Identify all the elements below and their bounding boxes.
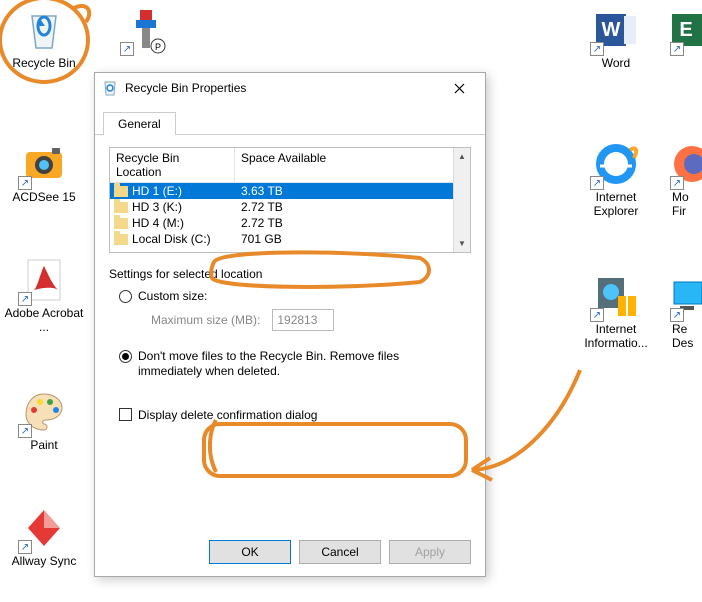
shortcut-arrow-icon: ↗: [590, 176, 604, 190]
shortcut-arrow-icon: ↗: [18, 176, 32, 190]
location-row[interactable]: Local Disk (C:) 701 GB: [110, 231, 453, 247]
shortcut-arrow-icon: ↗: [120, 42, 134, 56]
desktop-icon-internet-explorer[interactable]: ↗ Internet Explorer: [576, 140, 656, 219]
checkbox-display-confirmation[interactable]: [119, 408, 132, 421]
location-row[interactable]: HD 4 (M:) 2.72 TB: [110, 215, 453, 231]
dialog-title: Recycle Bin Properties: [125, 81, 439, 95]
svg-text:W: W: [602, 19, 621, 41]
radio-dont-move-label: Don't move files to the Recycle Bin. Rem…: [138, 349, 438, 380]
radio-dont-move[interactable]: [119, 350, 132, 363]
desktop-icon-label: ReDes: [672, 322, 702, 351]
apply-button[interactable]: Apply: [389, 540, 471, 564]
radio-custom-size[interactable]: [119, 290, 132, 303]
cancel-button[interactable]: Cancel: [299, 540, 381, 564]
ok-button[interactable]: OK: [209, 540, 291, 564]
location-name: HD 4 (M:): [132, 216, 184, 230]
desktop-icon-word[interactable]: W ↗ Word: [576, 6, 656, 70]
scroll-down-button[interactable]: ▼: [454, 235, 470, 252]
desktop-icon-iis[interactable]: ↗ Internet Informatio...: [576, 272, 656, 351]
scroll-up-button[interactable]: ▲: [454, 148, 470, 165]
desktop-icon-recycle-bin[interactable]: Recycle Bin: [4, 6, 84, 70]
titlebar[interactable]: Recycle Bin Properties: [95, 73, 485, 103]
desktop-icon-acdsee[interactable]: ↗ ACDSee 15: [4, 140, 84, 204]
paint-icon: ↗: [20, 388, 68, 436]
maximum-size-label: Maximum size (MB):: [151, 313, 260, 327]
ie-icon: ↗: [592, 140, 640, 188]
maximum-size-input[interactable]: [272, 309, 334, 331]
remote-desktop-icon: ↗: [672, 272, 702, 320]
location-row[interactable]: HD 1 (E:) 3.63 TB: [110, 183, 453, 199]
desktop-icon-label: Allway Sync: [4, 554, 84, 568]
firefox-icon: ↗: [672, 140, 702, 188]
desktop-icon-label: Word: [576, 56, 656, 70]
iis-icon: ↗: [592, 272, 640, 320]
tab-general[interactable]: General: [103, 112, 176, 135]
desktop-icon-label: Paint: [4, 438, 84, 452]
desktop-icon-excel[interactable]: E ↗: [672, 6, 702, 56]
desktop-icon-label: Adobe Acrobat ...: [4, 306, 84, 335]
desktop-icon-allway-sync[interactable]: ↗ Allway Sync: [4, 504, 84, 568]
folder-icon: [114, 234, 128, 245]
folder-icon: [114, 218, 128, 229]
settings-section-label: Settings for selected location: [109, 267, 471, 281]
adobe-acrobat-icon: ↗: [20, 256, 68, 304]
desktop-icon-label: MoFir: [672, 190, 702, 219]
desktop-icon-label: Internet Informatio...: [576, 322, 656, 351]
radio-custom-size-label: Custom size:: [138, 289, 207, 305]
svg-text:E: E: [679, 19, 692, 41]
recycle-bin-icon: [101, 79, 119, 97]
locations-listview[interactable]: Recycle Bin Location Space Available HD …: [109, 147, 471, 253]
tool-icon: P ↗: [122, 6, 170, 54]
location-space: 3.63 TB: [235, 184, 453, 198]
locations-scrollbar[interactable]: ▲ ▼: [453, 148, 470, 252]
shortcut-arrow-icon: ↗: [590, 308, 604, 322]
column-header-location[interactable]: Recycle Bin Location: [110, 148, 235, 182]
checkbox-display-confirmation-label: Display delete confirmation dialog: [138, 408, 317, 422]
desktop-icon-remote-desktop[interactable]: ↗ ReDes: [672, 272, 702, 351]
location-name: HD 3 (K:): [132, 200, 182, 214]
shortcut-arrow-icon: ↗: [590, 42, 604, 56]
desktop-icon-adobe-acrobat[interactable]: ↗ Adobe Acrobat ...: [4, 256, 84, 335]
word-icon: W ↗: [592, 6, 640, 54]
shortcut-arrow-icon: ↗: [670, 176, 684, 190]
location-row[interactable]: HD 3 (K:) 2.72 TB: [110, 199, 453, 215]
shortcut-arrow-icon: ↗: [18, 424, 32, 438]
desktop-icon-firefox[interactable]: ↗ MoFir: [672, 140, 702, 219]
column-header-space[interactable]: Space Available: [235, 148, 453, 182]
folder-icon: [114, 186, 128, 197]
folder-icon: [114, 202, 128, 213]
location-space: 701 GB: [235, 232, 453, 246]
recycle-bin-properties-dialog: Recycle Bin Properties General Recycle B…: [94, 72, 486, 577]
desktop-icon-label: Internet Explorer: [576, 190, 656, 219]
location-name: HD 1 (E:): [132, 184, 182, 198]
desktop-icon-label: Recycle Bin: [4, 56, 84, 70]
tab-strip: General: [95, 103, 485, 135]
recycle-bin-icon: [20, 6, 68, 54]
allway-sync-icon: ↗: [20, 504, 68, 552]
desktop-icon-tool[interactable]: P ↗: [106, 6, 186, 56]
shortcut-arrow-icon: ↗: [670, 308, 684, 322]
location-space: 2.72 TB: [235, 216, 453, 230]
shortcut-arrow-icon: ↗: [18, 292, 32, 306]
location-space: 2.72 TB: [235, 200, 453, 214]
desktop-icon-paint[interactable]: ↗ Paint: [4, 388, 84, 452]
desktop-icon-label: ACDSee 15: [4, 190, 84, 204]
location-name: Local Disk (C:): [132, 232, 211, 246]
close-button[interactable]: [439, 74, 479, 102]
shortcut-arrow-icon: ↗: [18, 540, 32, 554]
close-icon: [454, 83, 465, 94]
svg-text:P: P: [155, 42, 161, 52]
locations-header[interactable]: Recycle Bin Location Space Available: [110, 148, 453, 183]
excel-icon: E ↗: [672, 6, 702, 54]
acdsee-icon: ↗: [20, 140, 68, 188]
shortcut-arrow-icon: ↗: [670, 42, 684, 56]
